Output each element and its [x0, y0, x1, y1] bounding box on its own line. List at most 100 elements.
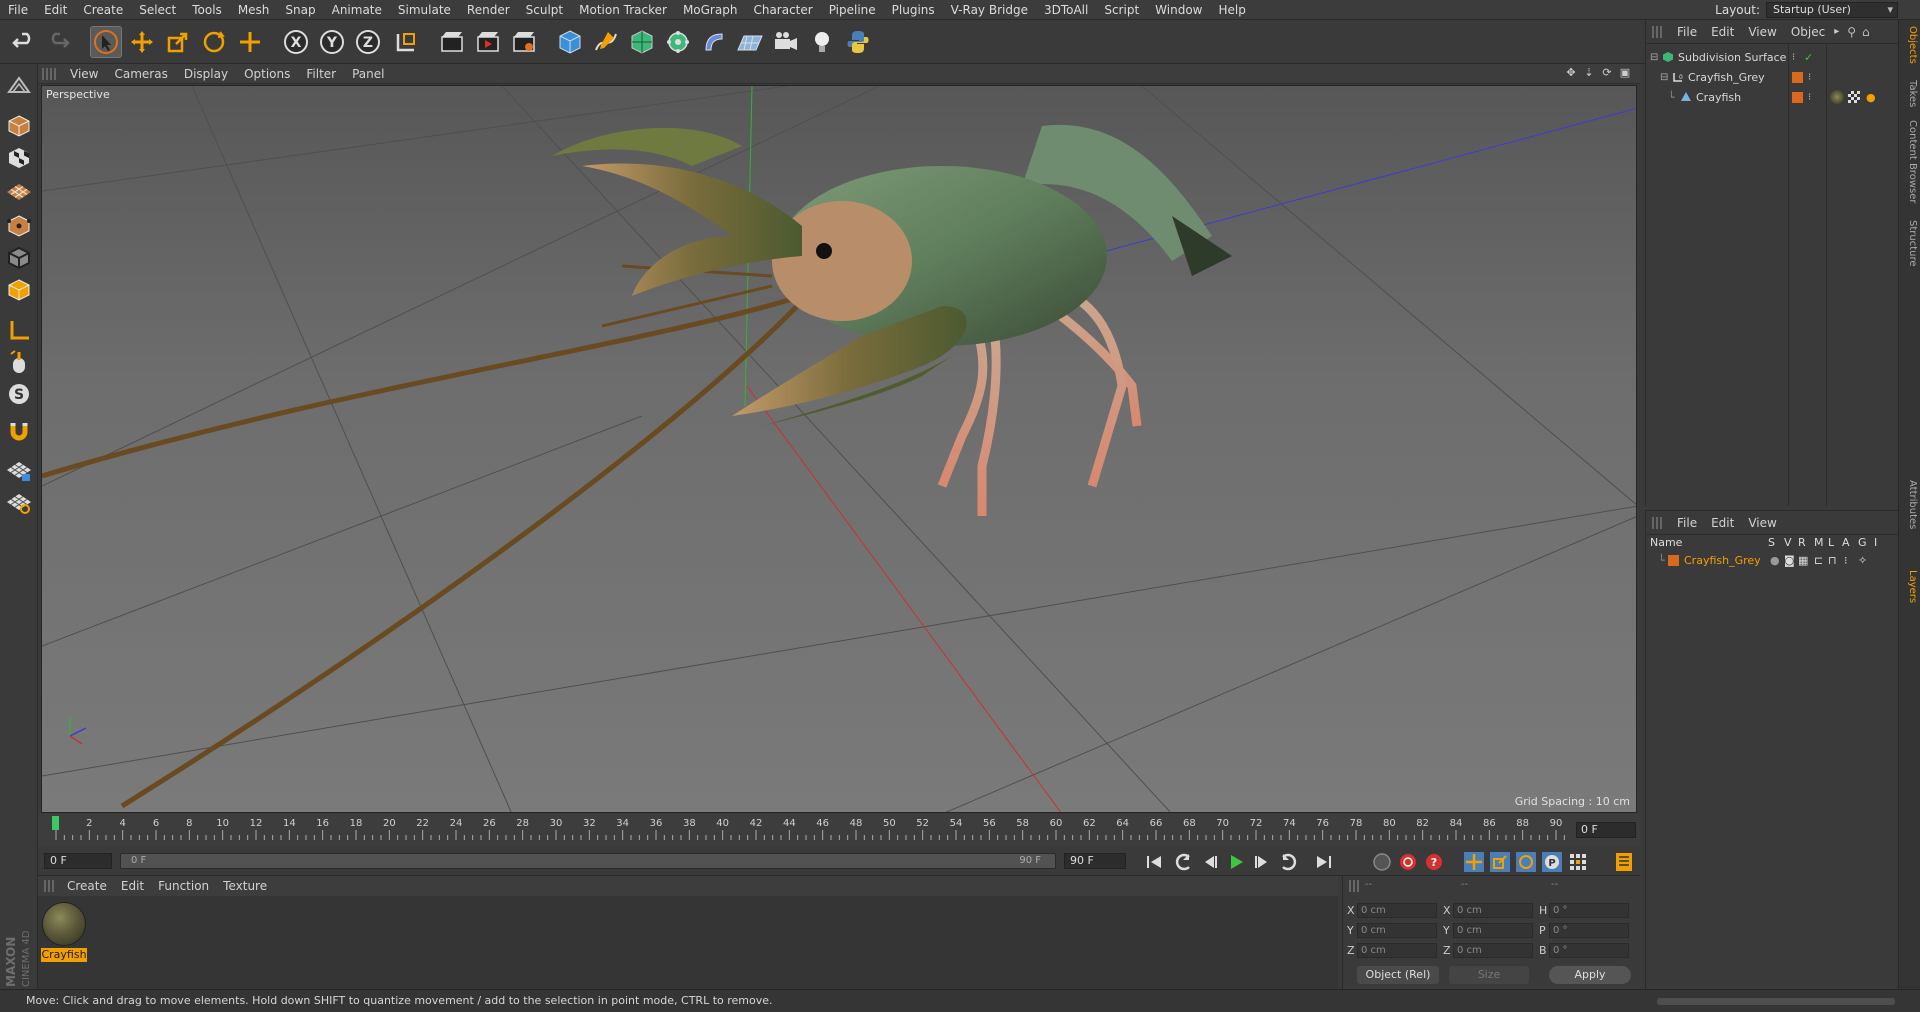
menu-overflow-icon[interactable]: ▸ — [1834, 26, 1839, 37]
move-tool-icon[interactable] — [126, 26, 158, 58]
live-select-icon[interactable] — [234, 26, 266, 58]
layer-color-swatch[interactable] — [1792, 72, 1803, 83]
tweak-mode-icon[interactable] — [3, 346, 35, 378]
z-axis-lock-icon[interactable]: Z — [352, 26, 384, 58]
render-settings-icon[interactable] — [508, 26, 540, 58]
menu-mesh[interactable]: Mesh — [230, 0, 278, 20]
layer-menu-edit[interactable]: Edit — [1704, 516, 1741, 530]
scale-tool-icon[interactable] — [162, 26, 194, 58]
menu-vray-bridge[interactable]: V-Ray Bridge — [943, 0, 1036, 20]
tab-layers[interactable]: Layers — [1902, 570, 1918, 603]
menu-sculpt[interactable]: Sculpt — [518, 0, 571, 20]
max-frame-field[interactable]: 90 F — [1064, 853, 1126, 869]
home-icon[interactable]: ⌂ — [1862, 25, 1870, 39]
next-key-icon[interactable] — [1276, 850, 1300, 874]
panel-grip[interactable] — [44, 880, 54, 892]
menu-character[interactable]: Character — [745, 0, 820, 20]
render-toggle-icon[interactable]: ▦ — [1798, 552, 1808, 570]
position-y-field[interactable]: 0 cm — [1357, 922, 1437, 938]
layer-row[interactable]: └ Crayfish_Grey ● ◙ ▦ ⊏ ⊓ ⁝ ✧ — [1646, 552, 1898, 570]
render-to-picture-viewer-icon[interactable] — [472, 26, 504, 58]
menu-tools[interactable]: Tools — [184, 0, 230, 20]
viewport-menu-view[interactable]: View — [62, 67, 106, 81]
menu-simulate[interactable]: Simulate — [390, 0, 459, 20]
floor-scene-icon[interactable] — [734, 26, 766, 58]
object-menu-file[interactable]: File — [1670, 25, 1704, 39]
object-row-crayfish-grey[interactable]: ⊟ 0 Crayfish_Grey ⁝ — [1646, 68, 1898, 87]
x-axis-lock-icon[interactable]: X — [280, 26, 312, 58]
python-script-icon[interactable] — [842, 26, 874, 58]
workplane-mode-icon[interactable] — [3, 174, 35, 206]
menu-mograph[interactable]: MoGraph — [675, 0, 746, 20]
panel-grip[interactable] — [1652, 25, 1662, 38]
menu-pipeline[interactable]: Pipeline — [821, 0, 884, 20]
menu-script[interactable]: Script — [1096, 0, 1147, 20]
dolly-view-icon[interactable]: ⇣ — [1582, 66, 1596, 80]
menu-file[interactable]: File — [0, 0, 36, 20]
tab-takes[interactable]: Takes — [1902, 80, 1918, 107]
pen-spline-icon[interactable] — [590, 26, 622, 58]
expand-toggle-icon[interactable]: ⊟ — [1660, 68, 1668, 87]
tab-objects[interactable]: Objects — [1902, 26, 1918, 64]
current-frame-field[interactable]: 0 F — [44, 853, 112, 869]
object-row-subdivision-surface[interactable]: ⊟ Subdivision Surface ⁝ ✓ — [1646, 48, 1898, 67]
menu-motion-tracker[interactable]: Motion Tracker — [571, 0, 675, 20]
select-pointer-icon[interactable] — [90, 26, 122, 58]
phong-tag-icon[interactable]: ● — [1866, 88, 1876, 107]
material-thumbnail[interactable] — [42, 902, 86, 946]
redo-icon[interactable] — [42, 26, 74, 58]
axis-mode-icon[interactable] — [3, 314, 35, 346]
search-icon[interactable]: ⚲ — [1847, 25, 1856, 39]
previous-key-icon[interactable] — [1172, 850, 1196, 874]
visibility-dots-icon[interactable]: ⁝ — [1808, 68, 1811, 87]
timeline-window-icon[interactable] — [1612, 850, 1636, 874]
key-scale-icon[interactable] — [1488, 850, 1512, 874]
key-parameter-icon[interactable]: P — [1540, 850, 1564, 874]
model-mode-icon[interactable] — [3, 110, 35, 142]
menu-create[interactable]: Create — [75, 0, 131, 20]
viewport-menu-display[interactable]: Display — [176, 67, 236, 81]
position-z-field[interactable]: 0 cm — [1357, 942, 1437, 958]
viewport-menu-cameras[interactable]: Cameras — [106, 67, 175, 81]
autokeying-icon[interactable] — [1396, 850, 1420, 874]
y-axis-lock-icon[interactable]: Y — [316, 26, 348, 58]
menu-3dtoall[interactable]: 3DToAll — [1036, 0, 1096, 20]
rotation-b-field[interactable]: 0 ° — [1549, 942, 1629, 958]
viewport-menu-options[interactable]: Options — [236, 67, 298, 81]
panel-grip[interactable] — [42, 67, 56, 80]
material-tag-icon[interactable] — [1830, 90, 1844, 104]
go-to-start-icon[interactable] — [1142, 850, 1166, 874]
cube-primitive-icon[interactable] — [554, 26, 586, 58]
frame-end-field[interactable]: 0 F — [1576, 822, 1636, 838]
viewport-menu-filter[interactable]: Filter — [298, 67, 344, 81]
make-editable-icon[interactable] — [3, 70, 35, 102]
edge-mode-icon[interactable] — [3, 242, 35, 274]
menu-help[interactable]: Help — [1210, 0, 1253, 20]
visibility-dots-icon[interactable]: ⁝ — [1792, 48, 1795, 67]
viewport-menu-panel[interactable]: Panel — [344, 67, 392, 81]
visible-toggle-icon[interactable]: ◙ — [1784, 552, 1795, 570]
rotate-tool-icon[interactable] — [198, 26, 230, 58]
tab-attributes[interactable]: Attributes — [1902, 480, 1918, 529]
deformer-bend-icon[interactable] — [698, 26, 730, 58]
layer-color-swatch[interactable] — [1792, 92, 1803, 103]
rotation-h-field[interactable]: 0 ° — [1549, 902, 1629, 918]
playhead-marker[interactable] — [52, 816, 59, 830]
manager-toggle-icon[interactable]: ⊏ — [1814, 552, 1823, 570]
object-rel-dropdown[interactable]: Object (Rel) — [1357, 966, 1439, 984]
visibility-dots-icon[interactable]: ⁝ — [1808, 88, 1811, 107]
magnet-icon[interactable] — [3, 416, 35, 448]
apply-button[interactable]: Apply — [1549, 966, 1631, 984]
key-position-icon[interactable] — [1462, 850, 1486, 874]
timeline-ruler-panel[interactable]: 0246810121416182022242628303234363840424… — [38, 814, 1640, 846]
render-view-icon[interactable] — [436, 26, 468, 58]
go-to-end-icon[interactable] — [1312, 850, 1336, 874]
object-menu-view[interactable]: View — [1741, 25, 1783, 39]
material-menu-edit[interactable]: Edit — [114, 879, 151, 893]
record-keys-icon[interactable] — [1370, 850, 1394, 874]
material-menu-texture[interactable]: Texture — [216, 879, 274, 893]
layer-menu-file[interactable]: File — [1670, 516, 1704, 530]
generator-toggle-icon[interactable]: ✧ — [1858, 552, 1867, 570]
size-y-field[interactable]: 0 cm — [1453, 922, 1533, 938]
play-forward-icon[interactable] — [1224, 850, 1248, 874]
